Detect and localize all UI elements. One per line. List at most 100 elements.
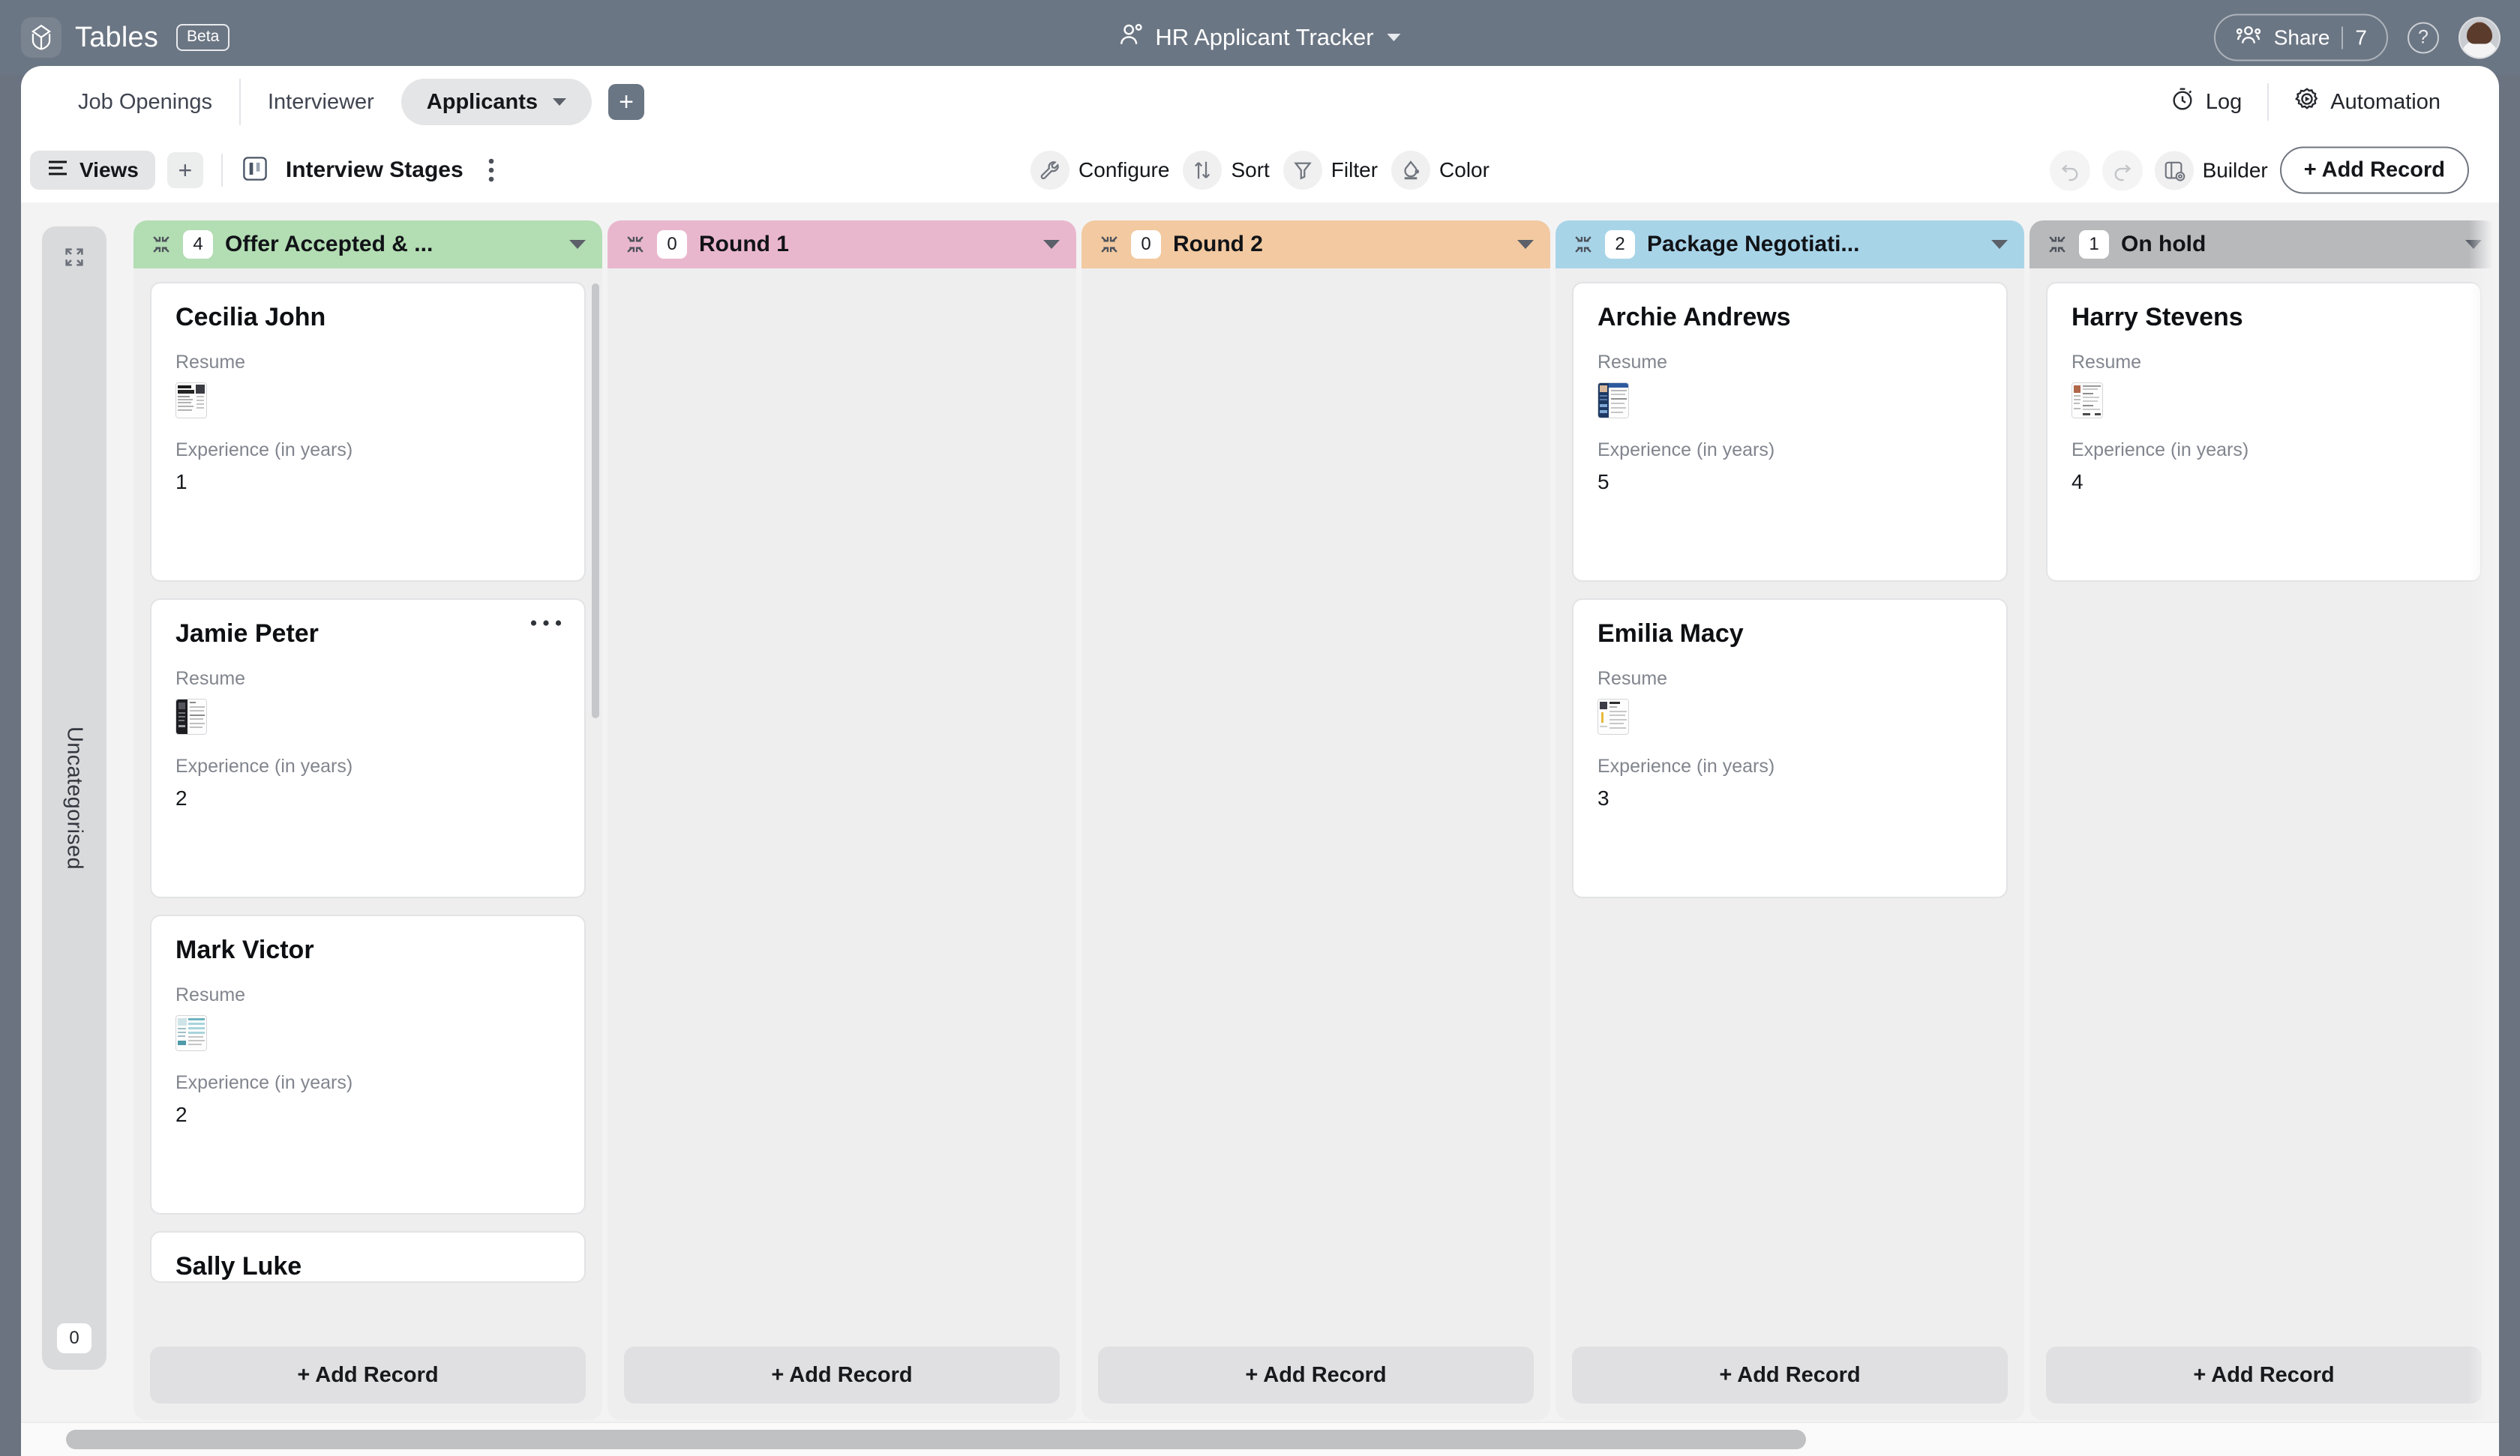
collapse-arrows-icon[interactable]	[152, 235, 171, 254]
column-count: 1	[2079, 230, 2109, 259]
builder-label: Builder	[2203, 158, 2268, 182]
undo-arrow-icon[interactable]	[2050, 150, 2090, 190]
chevron-down-icon[interactable]	[569, 240, 586, 249]
views-button[interactable]: Views	[30, 151, 155, 190]
column-footer: + Add Record	[2030, 1336, 2498, 1420]
tab-label: Job Openings	[78, 90, 212, 115]
card-title: Sally Luke	[176, 1252, 560, 1281]
column-cards	[608, 268, 1076, 1369]
add-record-button[interactable]: + Add Record	[2280, 147, 2469, 194]
tab-label: Interviewer	[268, 90, 374, 115]
field-value-experience: 4	[2072, 470, 2456, 494]
column-header[interactable]: 0 Round 2	[1082, 220, 1550, 268]
tab-bar: Job Openings Interviewer Applicants + Lo…	[21, 66, 2499, 138]
help-icon[interactable]: ?	[2408, 22, 2439, 53]
column-cards: Harry Stevens Resume	[2030, 268, 2498, 1369]
color-button[interactable]: Color	[1391, 151, 1490, 190]
field-value-experience: 3	[1598, 786, 1982, 810]
lane-count: 0	[57, 1323, 91, 1353]
automation-button[interactable]: Automation	[2267, 83, 2466, 121]
resume-thumbnail[interactable]	[176, 699, 207, 735]
card-title: Jamie Peter	[176, 619, 560, 649]
wrench-icon	[1030, 151, 1070, 190]
card-archie-andrews[interactable]: Archie Andrews Resume	[1572, 282, 2008, 582]
column-header[interactable]: 1 On hold	[2030, 220, 2498, 268]
divider	[221, 154, 223, 187]
scrollbar-thumb[interactable]	[66, 1430, 1806, 1449]
avatar[interactable]	[2458, 16, 2500, 58]
sort-button[interactable]: Sort	[1183, 151, 1269, 190]
redo-arrow-icon[interactable]	[2102, 150, 2143, 190]
workspace-title-menu[interactable]: HR Applicant Tracker	[1119, 22, 1400, 52]
add-record-button[interactable]: + Add Record	[1098, 1347, 1534, 1404]
tab-interviewer[interactable]: Interviewer	[239, 79, 401, 125]
resume-thumbnail[interactable]	[2072, 382, 2103, 418]
share-label: Share	[2274, 25, 2330, 49]
configure-button[interactable]: Configure	[1030, 151, 1169, 190]
collapse-arrows-icon[interactable]	[1574, 235, 1593, 254]
toolbar-left: Views + Interview Stages	[21, 151, 495, 190]
column-header[interactable]: 4 Offer Accepted & ...	[134, 220, 602, 268]
color-label: Color	[1439, 158, 1490, 182]
add-record-button[interactable]: + Add Record	[150, 1347, 586, 1404]
board-horizontal-scrollbar[interactable]	[21, 1422, 2499, 1456]
column-header[interactable]: 0 Round 1	[608, 220, 1076, 268]
column-header[interactable]: 2 Package Negotiati...	[1556, 220, 2024, 268]
current-view-name[interactable]: Interview Stages	[286, 157, 464, 183]
scrollbar-thumb[interactable]	[592, 283, 599, 718]
builder-button[interactable]: Builder	[2155, 151, 2268, 190]
field-label-experience: Experience (in years)	[2072, 439, 2456, 461]
toolbar-right: Builder + Add Record	[2050, 147, 2469, 194]
tab-applicants[interactable]: Applicants	[401, 79, 592, 125]
expand-arrows-icon[interactable]	[63, 246, 86, 272]
field-label-experience: Experience (in years)	[1598, 756, 1982, 777]
card-title: Archie Andrews	[1598, 303, 1982, 332]
column-scrollbar[interactable]	[592, 283, 599, 1303]
card-jamie-peter[interactable]: Jamie Peter Resume	[150, 598, 586, 898]
tables-logo-icon	[21, 17, 62, 58]
add-table-button[interactable]: +	[608, 84, 644, 120]
collapse-arrows-icon[interactable]	[1100, 235, 1119, 254]
resume-thumbnail[interactable]	[1598, 699, 1629, 735]
column-on-hold: 1 On hold Harry Stevens Resume	[2030, 220, 2498, 1420]
share-button[interactable]: Share 7	[2214, 14, 2388, 61]
add-view-button[interactable]: +	[167, 152, 203, 188]
column-count: 0	[657, 230, 687, 259]
column-title: On hold	[2121, 232, 2453, 257]
brand: Tables Beta	[0, 17, 230, 58]
add-record-button[interactable]: + Add Record	[1572, 1347, 2008, 1404]
chevron-down-icon[interactable]	[1043, 240, 1060, 249]
collapse-arrows-icon[interactable]	[626, 235, 645, 254]
filter-button[interactable]: Filter	[1283, 151, 1378, 190]
card-cecilia-john[interactable]: Cecilia John Resume	[150, 282, 586, 582]
brand-name: Tables	[75, 22, 158, 54]
card-mark-victor[interactable]: Mark Victor Resume	[150, 915, 586, 1215]
chevron-down-icon	[553, 98, 566, 106]
people-icon	[1119, 22, 1144, 52]
field-value-experience: 2	[176, 786, 560, 810]
add-record-button[interactable]: + Add Record	[2046, 1347, 2482, 1404]
collapse-arrows-icon[interactable]	[2048, 235, 2067, 254]
log-button[interactable]: Log	[2144, 83, 2267, 121]
more-horizontal-icon[interactable]	[530, 616, 562, 628]
card-emilia-macy[interactable]: Emilia Macy Resume	[1572, 598, 2008, 898]
resume-thumbnail[interactable]	[1598, 382, 1629, 418]
add-record-button[interactable]: + Add Record	[624, 1347, 1060, 1404]
view-options-button[interactable]	[488, 157, 495, 184]
card-title: Mark Victor	[176, 936, 560, 965]
column-title: Package Negotiati...	[1647, 232, 1979, 257]
card-title: Harry Stevens	[2072, 303, 2456, 332]
chevron-down-icon[interactable]	[1991, 240, 2008, 249]
tab-job-openings[interactable]: Job Openings	[51, 79, 239, 125]
field-label-experience: Experience (in years)	[176, 439, 560, 461]
card-sally-luke[interactable]: Sally Luke	[150, 1231, 586, 1283]
resume-thumbnail[interactable]	[176, 382, 207, 418]
chevron-down-icon[interactable]	[1517, 240, 1534, 249]
resume-thumbnail[interactable]	[176, 1015, 207, 1051]
field-value-experience: 1	[176, 470, 560, 494]
field-label-experience: Experience (in years)	[176, 756, 560, 777]
column-footer: + Add Record	[134, 1336, 602, 1420]
column-footer: + Add Record	[1082, 1336, 1550, 1420]
card-harry-stevens[interactable]: Harry Stevens Resume	[2046, 282, 2482, 582]
lane-uncategorised[interactable]: Uncategorised 0	[42, 226, 106, 1370]
